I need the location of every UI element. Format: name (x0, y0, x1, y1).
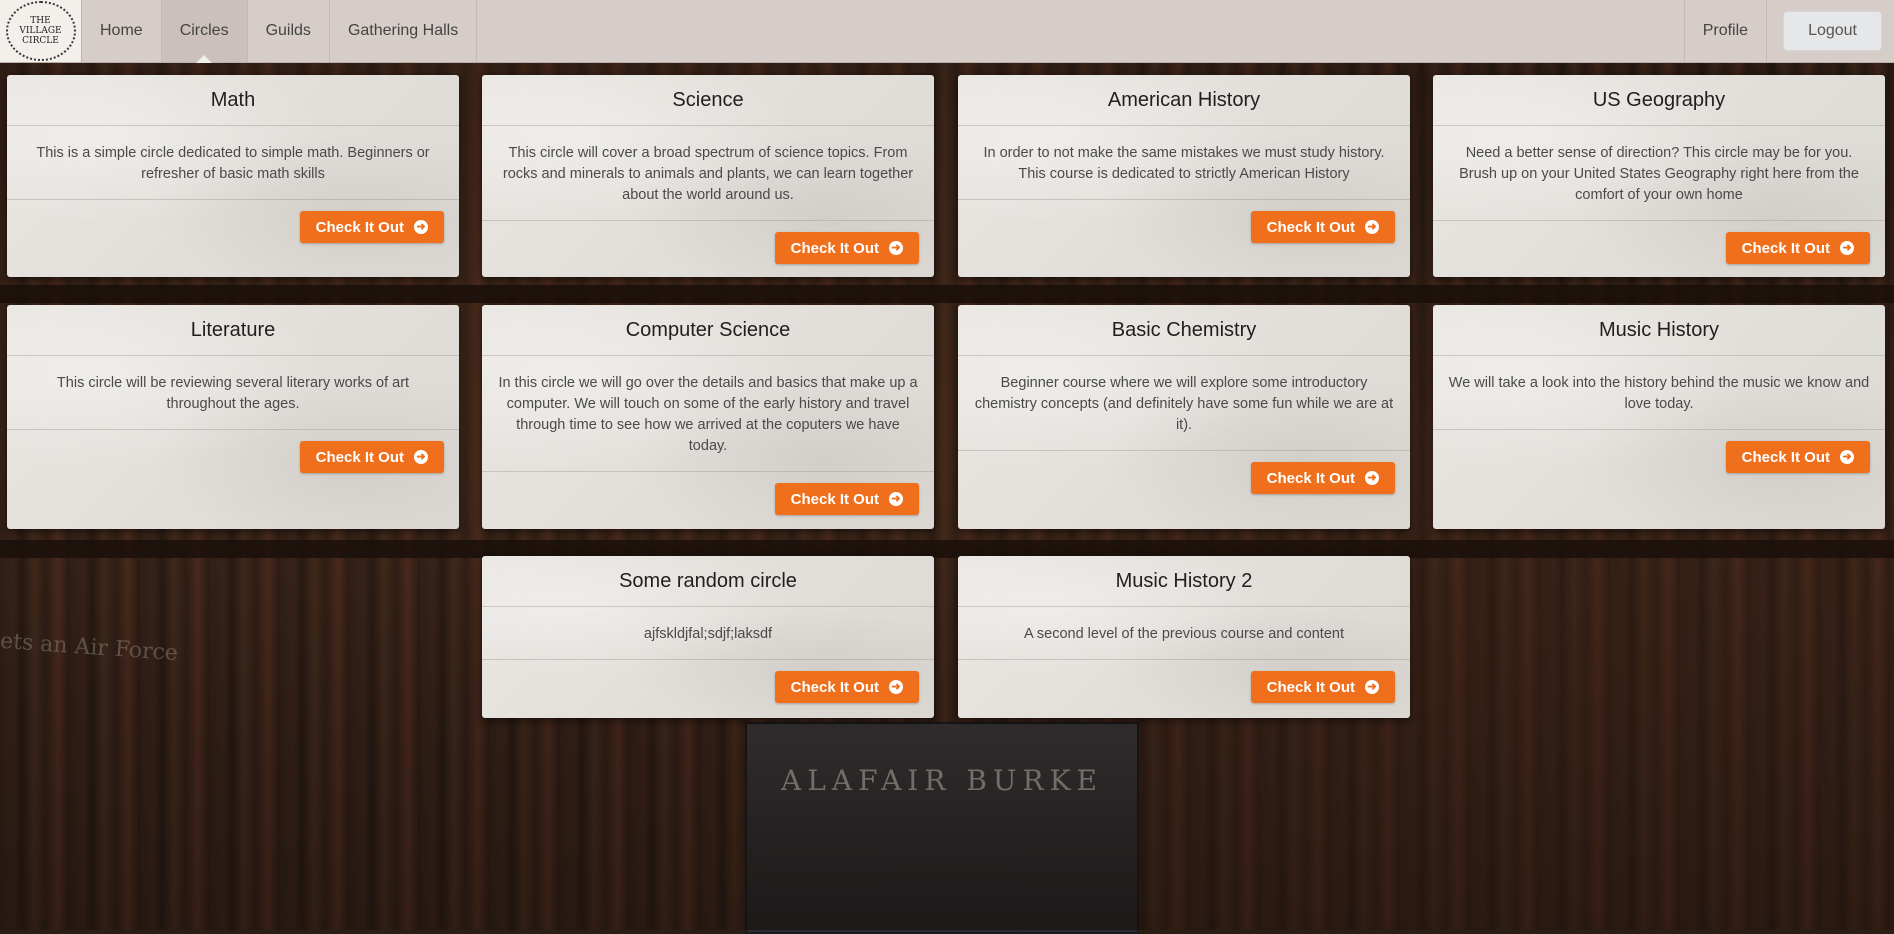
circle-card-basic-chemistry: Basic Chemistry Beginner course where we… (958, 305, 1410, 529)
card-description: A second level of the previous course an… (958, 607, 1410, 660)
card-description: In this circle we will go over the detai… (482, 356, 934, 472)
check-it-out-button[interactable]: Check It Out ➜ (1250, 671, 1395, 703)
arrow-circle-right-icon: ➜ (1840, 450, 1854, 464)
card-description: This circle will be reviewing several li… (7, 356, 459, 430)
arrow-circle-right-icon: ➜ (889, 492, 903, 506)
card-title: Literature (7, 305, 459, 356)
logout-button[interactable]: Logout (1783, 11, 1882, 51)
check-it-out-button[interactable]: Check It Out ➜ (1725, 441, 1870, 473)
check-it-out-button[interactable]: Check It Out ➜ (774, 232, 919, 264)
arrow-circle-right-icon: ➜ (414, 220, 428, 234)
circle-card-us-geography: US Geography Need a better sense of dire… (1433, 75, 1885, 277)
card-title: Some random circle (482, 556, 934, 607)
card-description: This is a simple circle dedicated to sim… (7, 126, 459, 200)
background-spine-text: ets an Air Force (0, 628, 179, 667)
nav-home[interactable]: Home (82, 0, 162, 62)
circle-card-literature: Literature This circle will be reviewing… (7, 305, 459, 529)
circle-card-american-history: American History In order to not make th… (958, 75, 1410, 277)
arrow-circle-right-icon: ➜ (1840, 241, 1854, 255)
site-logo[interactable]: THE VILLAGE CIRCLE (0, 0, 82, 62)
check-it-out-button[interactable]: Check It Out ➜ (299, 441, 444, 473)
card-title: American History (958, 75, 1410, 126)
check-it-out-button[interactable]: Check It Out ➜ (1250, 211, 1395, 243)
nav-guilds[interactable]: Guilds (248, 0, 330, 62)
card-description: Beginner course where we will explore so… (958, 356, 1410, 451)
circle-card-math: Math This is a simple circle dedicated t… (7, 75, 459, 277)
arrow-circle-right-icon: ➜ (414, 450, 428, 464)
card-description: We will take a look into the history beh… (1433, 356, 1885, 430)
check-it-out-button[interactable]: Check It Out ➜ (774, 483, 919, 515)
card-title: Music History 2 (958, 556, 1410, 607)
card-title: Math (7, 75, 459, 126)
circle-card-computer-science: Computer Science In this circle we will … (482, 305, 934, 529)
card-title: Music History (1433, 305, 1885, 356)
arrow-circle-right-icon: ➜ (1365, 471, 1379, 485)
check-it-out-button[interactable]: Check It Out ➜ (1250, 462, 1395, 494)
top-navbar: THE VILLAGE CIRCLE Home Circles Guilds G… (0, 0, 1894, 63)
circle-card-science: Science This circle will cover a broad s… (482, 75, 934, 277)
card-title: Computer Science (482, 305, 934, 356)
check-it-out-button[interactable]: Check It Out ➜ (1725, 232, 1870, 264)
arrow-circle-right-icon: ➜ (889, 241, 903, 255)
circle-card-music-history: Music History We will take a look into t… (1433, 305, 1885, 529)
arrow-circle-right-icon: ➜ (889, 680, 903, 694)
nav-profile[interactable]: Profile (1683, 0, 1768, 62)
card-title: Science (482, 75, 934, 126)
nav-gathering-halls[interactable]: Gathering Halls (330, 0, 478, 62)
card-title: Basic Chemistry (958, 305, 1410, 356)
circle-card-music-history-2: Music History 2 A second level of the pr… (958, 556, 1410, 718)
arrow-circle-right-icon: ➜ (1365, 680, 1379, 694)
background-book-cover: ALAFAIR BURKE (745, 722, 1139, 934)
circle-card-some-random-circle: Some random circle ajfskldjfal;sdjf;laks… (482, 556, 934, 718)
check-it-out-button[interactable]: Check It Out ➜ (774, 671, 919, 703)
arrow-circle-right-icon: ➜ (1365, 220, 1379, 234)
card-description: In order to not make the same mistakes w… (958, 126, 1410, 200)
card-description: ajfskldjfal;sdjf;laksdf (482, 607, 934, 660)
card-description: This circle will cover a broad spectrum … (482, 126, 934, 221)
card-description: Need a better sense of direction? This c… (1433, 126, 1885, 221)
nav-circles[interactable]: Circles (161, 0, 248, 62)
logo-wreath-icon: THE VILLAGE CIRCLE (5, 1, 76, 61)
check-it-out-button[interactable]: Check It Out ➜ (299, 211, 444, 243)
card-title: US Geography (1433, 75, 1885, 126)
